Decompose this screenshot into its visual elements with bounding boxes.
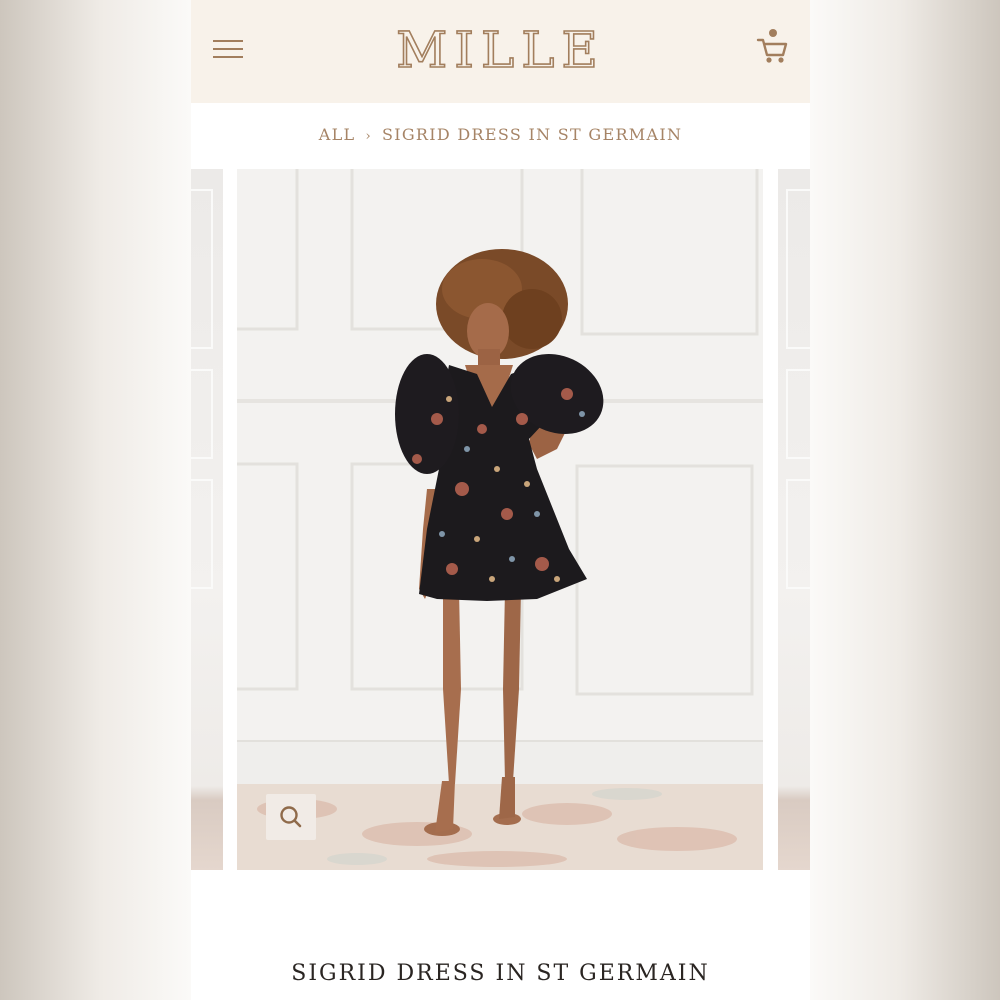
previous-slide-peek[interactable] [191, 169, 223, 870]
mobile-page: MILLE ALL › SIGRID DRESS IN ST GERMAIN S… [191, 0, 810, 1000]
product-image[interactable] [237, 169, 763, 870]
breadcrumb-current: SIGRID DRESS IN ST GERMAIN [381, 125, 683, 144]
shopping-cart-icon [756, 29, 788, 63]
product-photo [237, 169, 763, 870]
site-header: MILLE [191, 0, 810, 103]
breadcrumb-separator: › [365, 129, 372, 144]
breadcrumb-link-all[interactable]: ALL [319, 125, 356, 144]
zoom-button[interactable] [266, 794, 316, 840]
magnify-icon [280, 806, 302, 828]
product-title: SIGRID DRESS IN ST GERMAIN [291, 961, 710, 986]
product-image-gallery [191, 169, 810, 870]
breadcrumb: ALL › SIGRID DRESS IN ST GERMAIN [191, 124, 810, 148]
next-slide-peek[interactable] [778, 169, 810, 870]
cart-button[interactable] [755, 27, 791, 67]
brand-logo[interactable]: MILLE [191, 20, 810, 80]
